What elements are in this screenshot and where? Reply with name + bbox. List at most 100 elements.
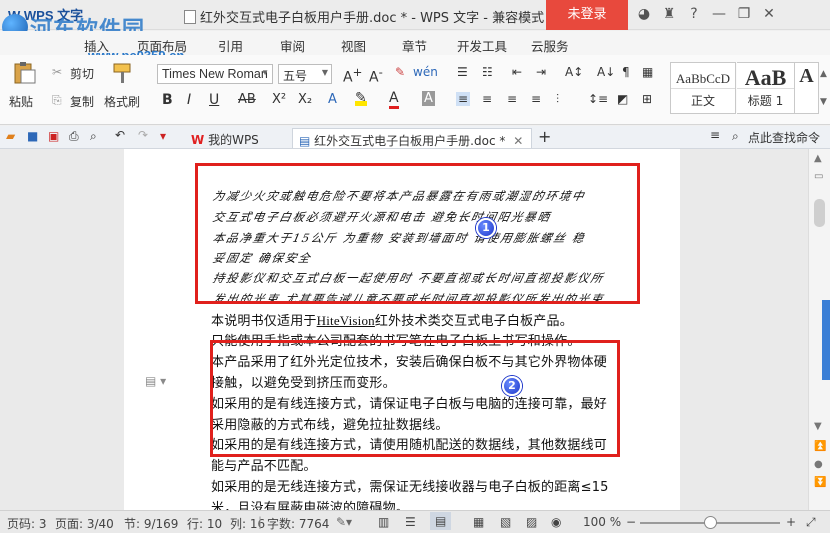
open-folder-icon[interactable]: ▰ xyxy=(6,129,15,143)
tab-my-wps[interactable]: W 我的WPS xyxy=(185,128,265,148)
font-name-select[interactable]: Times New Roman ▼ xyxy=(157,64,273,84)
sort-icon[interactable]: A↓ xyxy=(597,65,615,79)
tab-review[interactable]: 审阅 xyxy=(280,36,305,55)
char-shading-icon[interactable]: A xyxy=(422,91,435,106)
bullet-list-icon[interactable]: ☰ xyxy=(457,65,468,79)
redo-icon[interactable]: ↷ xyxy=(138,128,148,142)
grow-font-icon[interactable]: A+ xyxy=(343,65,362,86)
text-direction-icon[interactable]: A↕ xyxy=(565,65,583,79)
view-web-icon[interactable]: ▦ xyxy=(473,515,484,529)
tab-document-label: 红外交互式电子白板用户手册.doc * xyxy=(314,134,506,148)
shading-icon[interactable]: ◩ xyxy=(617,92,628,106)
side-panel-handle[interactable] xyxy=(822,300,830,380)
fullscreen-icon[interactable]: ⤢ xyxy=(806,515,816,530)
view-outline-icon[interactable]: ☰ xyxy=(405,515,416,529)
indent-icon[interactable]: ⇥ xyxy=(536,65,546,79)
zoom-out-icon[interactable]: − xyxy=(626,515,636,529)
new-tab-icon[interactable]: + xyxy=(538,127,551,146)
style-label: 标题 1 xyxy=(737,88,794,109)
align-right-icon[interactable]: ≡ xyxy=(507,92,517,106)
status-word-count[interactable]: 字数: 7764 xyxy=(267,515,329,532)
help-icon[interactable]: ? xyxy=(686,6,702,22)
style-heading-2[interactable]: A xyxy=(795,62,819,114)
border-icon[interactable]: ▦ xyxy=(642,65,653,79)
view-reading-icon[interactable]: ▥ xyxy=(378,515,389,529)
print-preview-icon[interactable]: ⌕ xyxy=(90,129,97,144)
command-search-input[interactable]: 点此查找命令 xyxy=(748,129,820,146)
view-full-icon[interactable]: ▧ xyxy=(500,515,511,529)
distributed-icon[interactable]: ⫶ xyxy=(556,92,559,107)
style-scroll-down-icon[interactable]: ▼ xyxy=(820,97,827,107)
view-print-icon[interactable]: ▨ xyxy=(526,515,537,529)
scroll-thumb[interactable] xyxy=(814,199,825,227)
copy-button[interactable]: 复制 xyxy=(70,93,94,110)
status-bar: 页码: 3 页面: 3/40 节: 9/169 行: 10 列: 16 | 字数… xyxy=(0,510,830,533)
show-marks-icon[interactable]: ¶ xyxy=(622,65,630,79)
format-painter-icon[interactable] xyxy=(108,61,136,85)
tab-developer[interactable]: 开发工具 xyxy=(457,36,507,55)
status-section: 节: 9/169 xyxy=(124,517,179,531)
numbered-list-icon[interactable]: ☷ xyxy=(482,65,493,79)
zoom-in-icon[interactable]: + xyxy=(786,515,796,529)
status-pages[interactable]: 页面: 3/40 xyxy=(55,515,114,532)
eye-protect-icon[interactable]: ◉ xyxy=(551,515,561,529)
italic-icon[interactable]: I xyxy=(187,92,191,108)
restore-icon[interactable]: ❐ xyxy=(736,6,752,22)
tab-references[interactable]: 引用 xyxy=(218,36,243,55)
browse-object-icon[interactable]: ● xyxy=(814,459,823,470)
highlight-icon[interactable]: ✎ xyxy=(355,90,367,106)
subscript-icon[interactable]: X₂ xyxy=(298,92,312,107)
scroll-up-icon[interactable]: ▲ xyxy=(814,153,822,164)
undo-icon[interactable]: ↶ xyxy=(115,128,125,142)
copy-icon: ⎘ xyxy=(52,93,62,107)
minimize-icon[interactable]: — xyxy=(711,6,727,22)
spellcheck-icon[interactable]: ✎▾ xyxy=(336,515,352,529)
word-doc-icon: ▤ xyxy=(299,134,311,148)
table-border-icon[interactable]: ⊞ xyxy=(642,92,652,106)
zoom-slider-handle[interactable] xyxy=(704,516,717,529)
shirt-icon[interactable]: ♜ xyxy=(661,6,677,22)
tab-view[interactable]: 视图 xyxy=(341,36,366,55)
prev-page-icon[interactable]: ⏫ xyxy=(814,441,826,452)
tab-chapter[interactable]: 章节 xyxy=(402,36,427,55)
paste-icon[interactable] xyxy=(10,61,38,85)
cut-button[interactable]: 剪切 xyxy=(70,65,94,82)
superscript-icon[interactable]: X² xyxy=(272,92,286,107)
style-scroll-up-icon[interactable]: ▲ xyxy=(820,69,827,79)
phonetic-icon[interactable]: wén xyxy=(413,65,438,79)
login-button[interactable]: 未登录 xyxy=(546,0,628,30)
paragraph-marker-icon[interactable]: ▤ ▾ xyxy=(145,374,166,388)
close-icon[interactable]: ✕ xyxy=(761,6,777,22)
shrink-font-icon[interactable]: A- xyxy=(369,65,383,86)
bold-icon[interactable]: B xyxy=(162,92,173,108)
status-zoom-level[interactable]: 100 % xyxy=(583,515,621,529)
print-icon[interactable]: ⎙ xyxy=(69,129,79,144)
skin-icon[interactable]: ◕ xyxy=(636,6,652,22)
font-size-select[interactable]: 五号 ▼ xyxy=(278,64,332,84)
save-icon[interactable]: ■ xyxy=(27,129,38,143)
format-painter-button[interactable]: 格式刷 xyxy=(104,93,140,110)
minimize-ribbon-icon[interactable]: ▭ xyxy=(814,171,823,182)
outdent-icon[interactable]: ⇤ xyxy=(512,65,522,79)
tab-document[interactable]: ▤ 红外交互式电子白板用户手册.doc * ✕ xyxy=(292,128,532,148)
line-spacing-icon[interactable]: ↕≡ xyxy=(588,92,608,106)
text-effect-icon[interactable]: A xyxy=(328,92,337,107)
align-left-icon[interactable]: ≡ xyxy=(456,92,471,106)
hamburger-icon[interactable]: ≡ xyxy=(710,128,720,142)
paste-button[interactable]: 粘贴 xyxy=(9,93,33,110)
style-heading-1[interactable]: AaB 标题 1 xyxy=(737,62,795,114)
strikethrough-icon[interactable]: AB xyxy=(238,92,256,107)
view-page-icon[interactable]: ▤ xyxy=(430,512,452,530)
scroll-down-icon[interactable]: ▼ xyxy=(814,421,822,432)
customize-icon[interactable]: ▾ xyxy=(160,129,166,143)
font-color-icon[interactable]: A xyxy=(389,90,399,109)
underline-icon[interactable]: U xyxy=(209,92,219,108)
tab-cloud[interactable]: 云服务 xyxy=(531,36,569,55)
clear-format-icon[interactable]: ✎ xyxy=(395,65,405,79)
next-page-icon[interactable]: ⏬ xyxy=(814,477,826,488)
style-normal[interactable]: AaBbCcD 正文 xyxy=(670,62,736,114)
close-tab-icon[interactable]: ✕ xyxy=(513,134,523,148)
align-center-icon[interactable]: ≡ xyxy=(482,92,492,106)
export-pdf-icon[interactable]: ▣ xyxy=(48,129,59,143)
justify-icon[interactable]: ≡ xyxy=(531,92,541,106)
